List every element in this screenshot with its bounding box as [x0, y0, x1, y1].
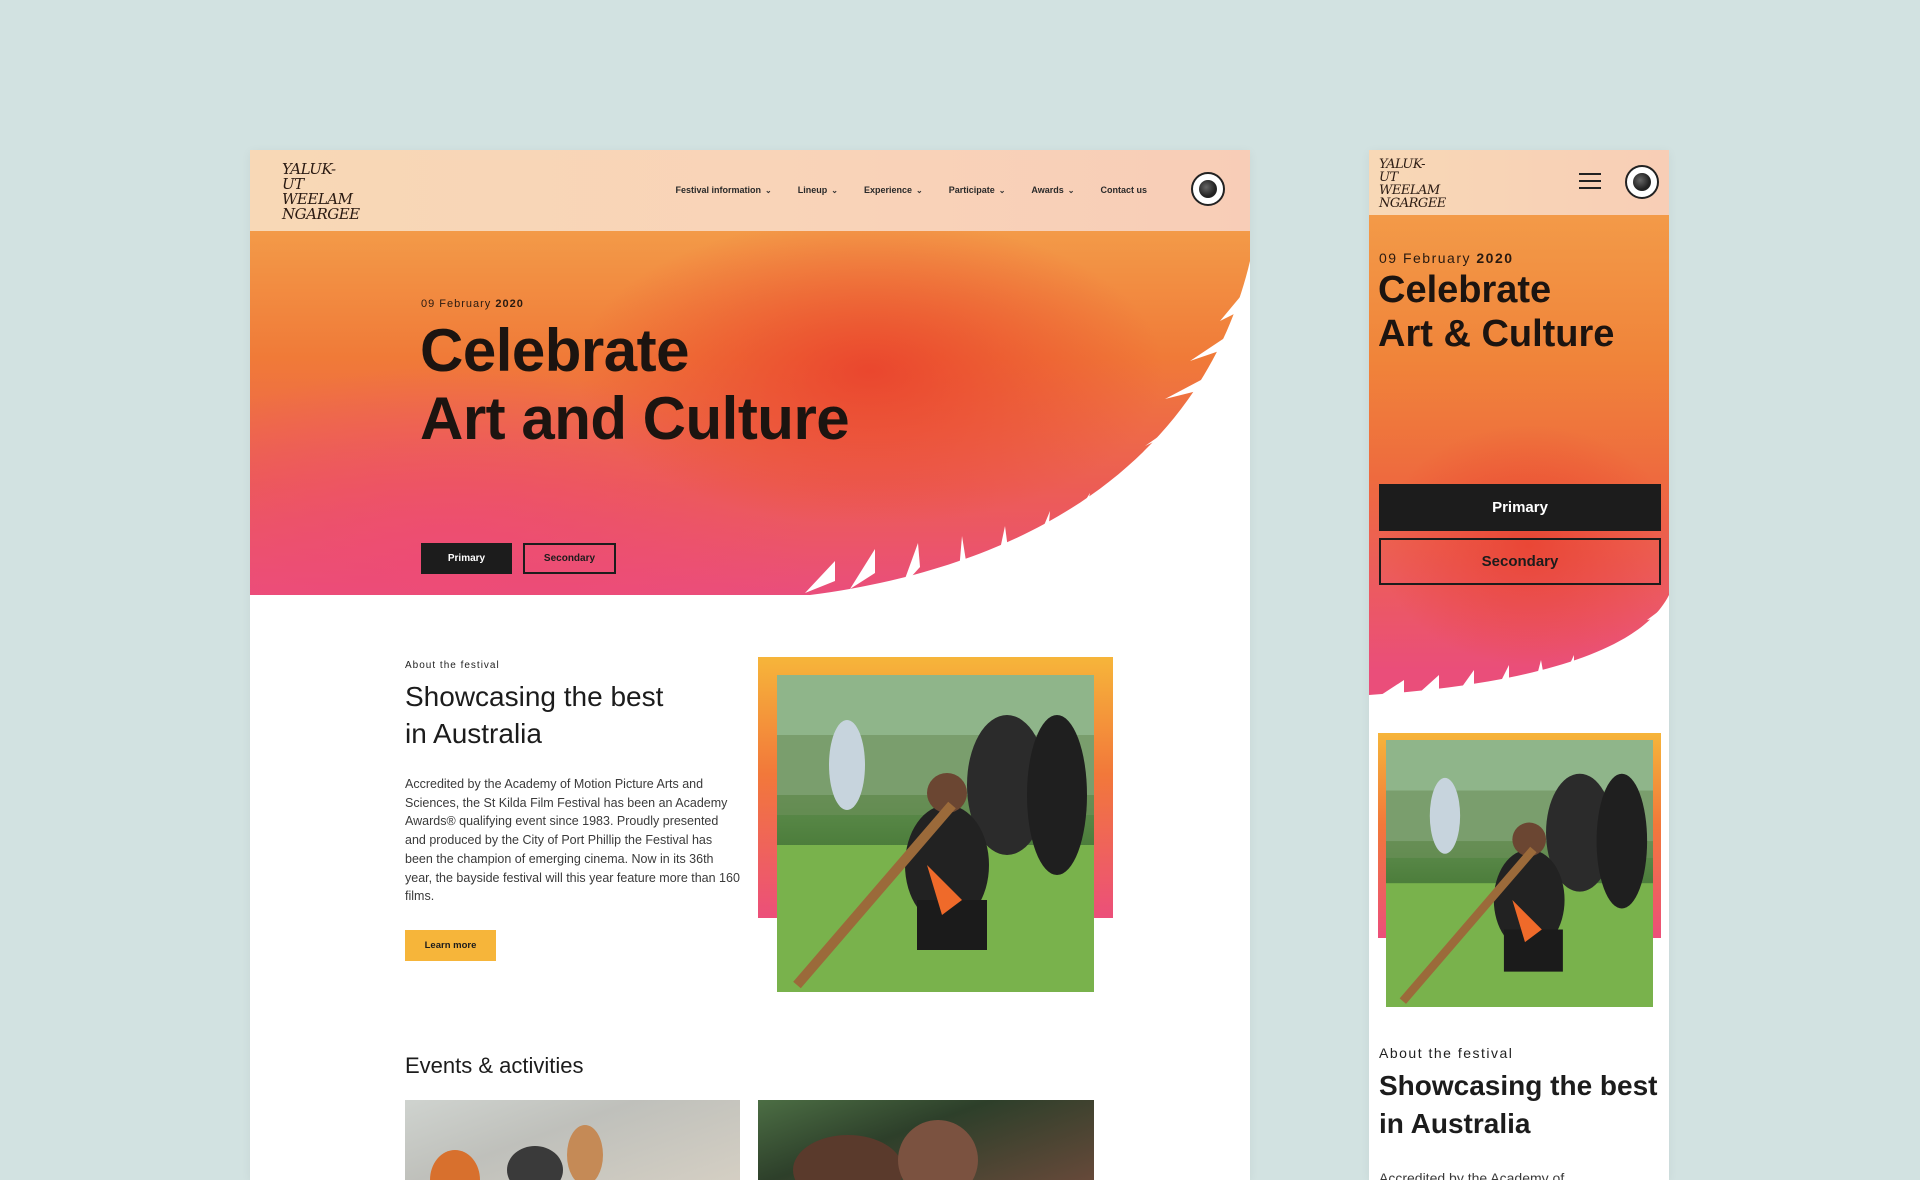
- hamburger-menu-icon[interactable]: [1579, 173, 1601, 189]
- nav-item-festival-information[interactable]: Festival information ⌄: [676, 185, 772, 195]
- hero-title: Celebrate Art & Culture: [1378, 269, 1615, 355]
- about-body: Accredited by the Academy of Motion Pict…: [405, 777, 740, 904]
- events-title: Events & activities: [405, 1053, 584, 1078]
- nav-item-participate[interactable]: Participate ⌄: [949, 185, 1006, 195]
- learn-more-button[interactable]: Learn more: [405, 930, 496, 961]
- mobile-preview: YALUK-UT WEELAM NGARGEE 09 February 2020: [1369, 150, 1669, 1180]
- about-kicker: About the festival: [405, 660, 500, 671]
- primary-button[interactable]: Primary: [421, 543, 512, 574]
- hero-title: Celebrate Art and Culture: [420, 317, 850, 452]
- nav-item-experience[interactable]: Experience ⌄: [864, 185, 923, 195]
- nav-item-awards[interactable]: Awards ⌄: [1031, 185, 1074, 195]
- primary-button[interactable]: Primary: [1379, 484, 1661, 531]
- chevron-down-icon: ⌄: [915, 185, 923, 195]
- event-card-image[interactable]: [405, 1100, 740, 1180]
- festival-logo[interactable]: YALUK-UT WEELAM NGARGEE: [282, 162, 360, 222]
- about-kicker: About the festival: [1379, 1045, 1514, 1061]
- festival-photo: [1386, 740, 1653, 1007]
- nav-item-lineup[interactable]: Lineup ⌄: [798, 185, 838, 195]
- about-title: Showcasing the best in Australia: [1379, 1070, 1658, 1139]
- secondary-button[interactable]: Secondary: [523, 543, 616, 574]
- about-body: Accredited by the Academy of: [1379, 1170, 1565, 1180]
- secondary-button[interactable]: Secondary: [1379, 538, 1661, 585]
- mobile-hero-section: 09 February 2020 Celebrate Art & Culture: [1369, 215, 1669, 695]
- nav-item-contact-us[interactable]: Contact us: [1100, 185, 1147, 195]
- chevron-down-icon: ⌄: [1067, 185, 1075, 195]
- about-title: Showcasing the best in Australia: [405, 681, 664, 749]
- chevron-down-icon: ⌄: [998, 185, 1006, 195]
- desktop-preview: YALUK-UT WEELAM NGARGEE Festival informa…: [250, 150, 1250, 1180]
- chevron-down-icon: ⌄: [765, 185, 772, 195]
- council-seal-icon[interactable]: [1191, 172, 1225, 206]
- council-seal-icon[interactable]: [1625, 165, 1659, 199]
- festival-photo: [777, 675, 1094, 992]
- hero-date: 09 February 2020: [1379, 250, 1514, 266]
- mobile-header: YALUK-UT WEELAM NGARGEE: [1369, 150, 1669, 215]
- desktop-header: YALUK-UT WEELAM NGARGEE Festival informa…: [250, 150, 1250, 231]
- event-card-image[interactable]: [758, 1100, 1094, 1180]
- festival-logo[interactable]: YALUK-UT WEELAM NGARGEE: [1379, 158, 1446, 210]
- chevron-down-icon: ⌄: [831, 185, 838, 195]
- hero-section: 09 February 2020 Celebrate Art and Cultu…: [250, 231, 1250, 595]
- main-nav: Festival information ⌄ Lineup ⌄ Experience…: [676, 185, 1147, 195]
- hero-date: 09 February 2020: [421, 298, 524, 310]
